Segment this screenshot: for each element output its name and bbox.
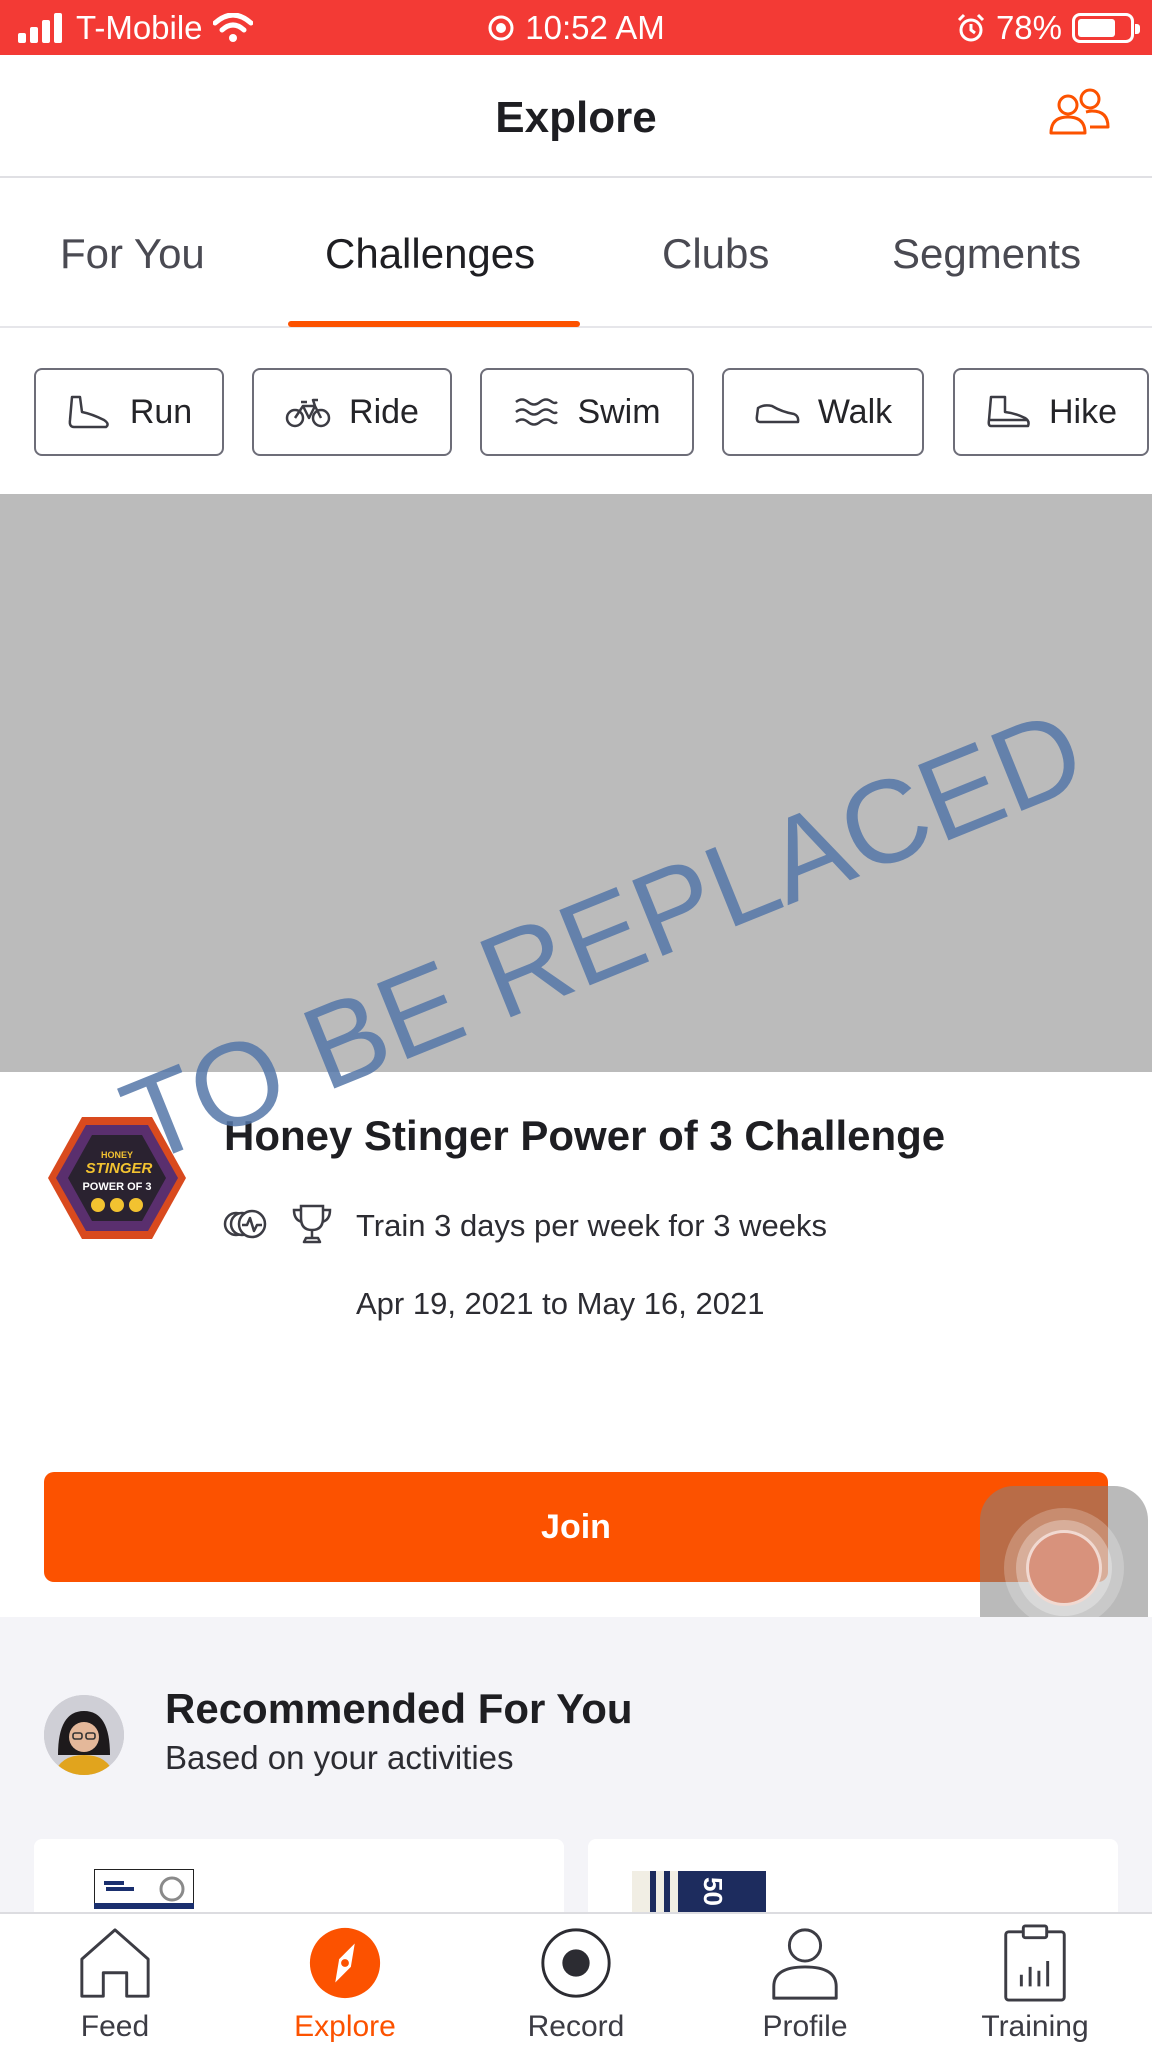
filter-chip-label: Swim (577, 392, 661, 431)
join-button[interactable]: Join (44, 1472, 1108, 1582)
nav-label: Record (527, 2010, 625, 2043)
filter-chip-label: Walk (817, 392, 893, 431)
tab-challenges[interactable]: Challenges (325, 230, 535, 278)
tab-for-you[interactable]: For You (60, 230, 205, 278)
sport-filter-bar: Run Ride Swim Walk Hike (0, 368, 1152, 456)
training-icon (1004, 1924, 1066, 2002)
badge-text-power: POWER OF 3 (82, 1181, 151, 1193)
hike-boot-icon (987, 395, 1030, 428)
home-icon (80, 1928, 150, 1998)
nav-explore[interactable]: Explore (255, 1924, 435, 2044)
activity-type-icon (223, 1209, 267, 1239)
section-title: Recommended For You (165, 1685, 633, 1732)
bottom-nav: Feed Explore Record Profile Training (0, 1912, 1152, 2048)
bike-icon (285, 398, 331, 428)
challenge-dates: Apr 19, 2021 to May 16, 2021 (356, 1286, 765, 1321)
friends-icon[interactable] (1046, 85, 1112, 145)
compass-icon (309, 1927, 381, 1999)
filter-chip-walk[interactable]: Walk (722, 368, 924, 456)
walk-shoe-icon (755, 404, 800, 424)
app-header: Explore (0, 55, 1152, 178)
badge-text-stinger: STINGER (86, 1160, 153, 1177)
nav-label: Profile (762, 2010, 848, 2043)
nav-label: Feed (80, 2010, 150, 2043)
swim-icon (515, 398, 559, 426)
challenge-description: Train 3 days per week for 3 weeks (356, 1208, 827, 1243)
card-image-text: 50 (698, 1877, 728, 1906)
filter-chip-run[interactable]: Run (34, 368, 224, 456)
nav-label: Training (981, 2010, 1089, 2043)
challenge-banner-image[interactable] (0, 494, 1152, 1072)
location-icon (488, 15, 514, 41)
status-bar: T-Mobile 10:52 AM 78% (0, 0, 1152, 55)
filter-chip-swim[interactable]: Swim (480, 368, 694, 456)
nav-label: Explore (294, 2010, 396, 2043)
tab-clubs[interactable]: Clubs (662, 230, 769, 278)
filter-chip-label: Run (129, 392, 193, 431)
run-shoe-icon (68, 395, 109, 429)
tab-segments[interactable]: Segments (892, 230, 1081, 278)
page-title: Explore (495, 93, 657, 142)
avatar[interactable] (44, 1695, 124, 1775)
section-subtitle: Based on your activities (165, 1739, 514, 1776)
alarm-icon (957, 13, 984, 42)
explore-tabs: For You Challenges Clubs Segments (0, 178, 1152, 328)
nav-feed[interactable]: Feed (25, 1924, 205, 2044)
challenge-badge-logo: HONEY STINGER POWER OF 3 (48, 1117, 186, 1239)
active-tab-indicator (288, 321, 580, 327)
status-time: 10:52 AM (525, 9, 665, 46)
challenge-title[interactable]: Honey Stinger Power of 3 Challenge (224, 1112, 945, 1160)
filter-chip-label: Ride (349, 392, 419, 431)
filter-chip-hike[interactable]: Hike (953, 368, 1149, 456)
badge-text-honey: HONEY (101, 1150, 133, 1160)
nav-record[interactable]: Record (486, 1924, 666, 2044)
recommended-section: Recommended For You Based on your activi… (0, 1617, 1152, 1959)
battery-icon (1072, 13, 1140, 43)
trophy-icon (292, 1204, 332, 1244)
nav-training[interactable]: Training (945, 1924, 1125, 2044)
card-logo (94, 1869, 194, 1909)
avatar-image (44, 1695, 124, 1775)
filter-chip-label: Hike (1048, 392, 1118, 431)
nav-profile[interactable]: Profile (715, 1924, 895, 2044)
filter-chip-ride[interactable]: Ride (252, 368, 452, 456)
battery-percent: 78% (995, 9, 1062, 46)
profile-icon (772, 1928, 838, 2000)
record-icon (541, 1928, 611, 1998)
